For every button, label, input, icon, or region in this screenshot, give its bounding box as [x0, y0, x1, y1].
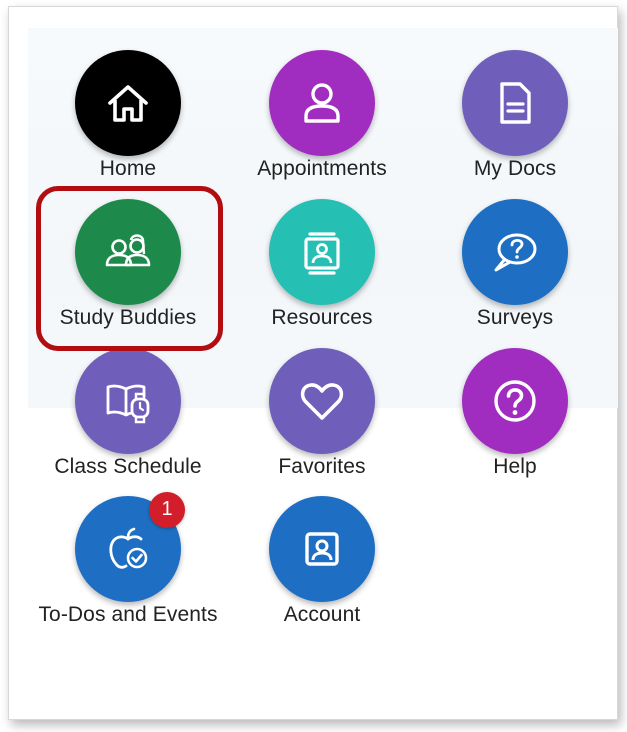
resources-button[interactable] — [269, 199, 375, 305]
apple-check-icon — [109, 527, 148, 569]
document-icon — [500, 82, 531, 124]
app-label: My Docs — [473, 157, 557, 180]
app-tile-favorites[interactable]: Favorites — [222, 348, 422, 488]
app-label: Surveys — [476, 306, 554, 329]
app-tile-class-schedule[interactable]: Class Schedule — [28, 348, 228, 488]
help-button[interactable] — [462, 348, 568, 454]
notification-badge: 1 — [149, 492, 185, 528]
class-schedule-button[interactable] — [75, 348, 181, 454]
my-docs-button[interactable] — [462, 50, 568, 156]
question-circle-icon — [494, 380, 536, 422]
home-icon — [108, 85, 148, 122]
app-label: Appointments — [257, 157, 387, 180]
account-portrait-icon — [305, 532, 339, 566]
app-label: Class Schedule — [54, 455, 202, 478]
app-tile-my-docs[interactable]: My Docs — [415, 50, 615, 190]
heart-icon — [300, 383, 344, 420]
app-tile-appointments[interactable]: Appointments — [222, 50, 422, 190]
app-tile-account[interactable]: Account — [222, 496, 422, 636]
app-label: Home — [99, 157, 157, 180]
speech-bubble-question-icon — [494, 233, 537, 272]
app-label: Help — [493, 455, 537, 478]
app-label: Account — [283, 603, 361, 626]
app-label: Favorites — [278, 455, 366, 478]
app-tile-help[interactable]: Help — [415, 348, 615, 488]
app-tile-to-dos-and-events[interactable]: 1 To-Dos and Events — [28, 492, 228, 636]
home-button[interactable] — [75, 50, 181, 156]
surveys-button[interactable] — [462, 199, 568, 305]
account-button[interactable] — [269, 496, 375, 602]
appointments-button[interactable] — [269, 50, 375, 156]
app-label: To-Dos and Events — [38, 603, 218, 626]
app-tile-resources[interactable]: Resources — [222, 199, 422, 339]
study-buddies-highlight-box — [36, 186, 223, 351]
app-tile-surveys[interactable]: Surveys — [415, 199, 615, 339]
person-icon — [304, 83, 340, 123]
app-tile-home[interactable]: Home — [28, 50, 228, 190]
app-label: Resources — [271, 306, 373, 329]
contact-card-icon — [304, 232, 340, 275]
favorites-button[interactable] — [269, 348, 375, 454]
book-clock-icon — [106, 384, 150, 424]
